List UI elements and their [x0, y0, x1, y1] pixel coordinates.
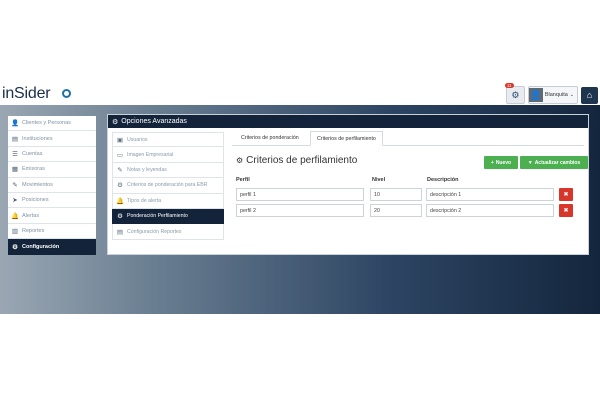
sidebar-item-label: Instituciones: [22, 135, 53, 142]
image-icon: ▭: [116, 151, 124, 159]
descripcion-input[interactable]: descripción 1: [426, 188, 554, 201]
filter-icon: ▼: [527, 159, 533, 166]
avatar: 👤: [528, 88, 543, 102]
main-stage: 👤 Clientes y Personas ▤ Instituciones ☰ …: [0, 105, 600, 314]
subnav-item-label: Ponderación Perfilamiento: [127, 213, 188, 220]
person-icon: 👤: [10, 120, 20, 128]
subnav-item-ponderacion-perfilamiento[interactable]: ⚙ Ponderación Perfilamiento: [112, 208, 224, 225]
close-icon: ✖: [563, 192, 569, 198]
sidebar-item-label: Alertas: [22, 212, 40, 219]
subnav-item-configuracion-reportes[interactable]: ▤ Configuración Reportes: [112, 224, 224, 240]
user-name: Blanquita: [544, 92, 568, 98]
content-area: Criterios de ponderación Criterios de pe…: [232, 131, 588, 251]
new-button-label: Nuevo: [495, 159, 512, 166]
descripcion-input[interactable]: descripción 2: [426, 204, 554, 217]
sidebar-item-label: Configuración: [22, 243, 60, 250]
subnav-item-label: Criterios de ponderación para EBR: [127, 182, 208, 189]
app-logo[interactable]: inSider: [2, 85, 51, 103]
gears-icon: ⚙: [12, 243, 18, 251]
user-file-icon: ▣: [116, 136, 124, 144]
subnav-item-imagen[interactable]: ▭ Imagen Empresarial: [112, 147, 224, 163]
column-header-nivel: Nivel: [372, 177, 386, 183]
sidebar-item-clientes[interactable]: 👤 Clientes y Personas: [8, 116, 96, 132]
section-title-text: Criterios de perfilamiento: [246, 155, 358, 166]
logo-text: inSider: [2, 85, 51, 102]
sidebar-item-label: Movimientos: [22, 181, 53, 188]
home-button[interactable]: ⌂: [581, 86, 598, 104]
delete-row-button[interactable]: ✖: [559, 188, 573, 201]
subnav-item-tipos-alerta[interactable]: 🔔 Tipos de alerta: [112, 193, 224, 209]
sidebar: 👤 Clientes y Personas ▤ Instituciones ☰ …: [8, 116, 96, 255]
column-header-perfil: Perfil: [236, 177, 250, 183]
edit-icon: ✎: [117, 166, 123, 174]
bell-icon: 🔔: [10, 212, 20, 220]
sidebar-item-label: Emisoras: [22, 166, 45, 173]
plus-icon: +: [490, 159, 494, 166]
subnav-item-usuarios[interactable]: ▣ Usuarios: [112, 132, 224, 148]
subnav-item-criterios-ebr[interactable]: ⚙ Criterios de ponderación para EBR: [112, 178, 224, 194]
document-icon: ▦: [11, 166, 19, 174]
home-icon: ⌂: [586, 90, 593, 100]
sidebar-item-label: Reportes: [22, 227, 45, 234]
sidebar-item-instituciones[interactable]: ▤ Instituciones: [8, 131, 96, 147]
sidebar-item-label: Posiciones: [22, 197, 49, 204]
perfil-input[interactable]: perfil 1: [236, 188, 364, 201]
notification-badge: 11: [504, 83, 514, 88]
column-header-descripcion: Descripción: [427, 177, 459, 183]
new-button[interactable]: + Nuevo: [484, 156, 518, 169]
bell-icon: 🔔: [115, 197, 125, 205]
navigation-icon: ➤: [12, 197, 18, 205]
sidebar-item-alertas[interactable]: 🔔 Alertas: [8, 208, 96, 224]
update-button-label: Actualizar cambios: [534, 159, 581, 166]
gears-icon: ⚙: [117, 213, 123, 221]
sidebar-item-configuracion[interactable]: ⚙ Configuración: [8, 239, 96, 255]
sidebar-item-emisoras[interactable]: ▦ Emisoras: [8, 162, 96, 178]
gears-icon: ⚙: [511, 89, 520, 100]
subnav-item-label: Notas y leyendas: [127, 166, 167, 173]
advanced-options-panel: ⚙ Opciones Avanzadas ▣ Usuarios ▭ Imagen…: [107, 114, 589, 255]
section-title: ⚙ Criterios de perfilamiento: [236, 155, 357, 166]
bar-chart-icon: ▥: [11, 227, 19, 235]
options-subnav: ▣ Usuarios ▭ Imagen Empresarial ✎ Notas …: [112, 132, 224, 240]
list-icon: ☰: [12, 150, 18, 158]
close-icon: ✖: [563, 208, 569, 214]
nivel-input[interactable]: 20: [370, 204, 422, 217]
gears-icon: ⚙: [236, 156, 244, 165]
sidebar-item-cuentas[interactable]: ☰ Cuentas: [8, 146, 96, 163]
panel-header: ⚙ Opciones Avanzadas: [108, 115, 588, 128]
notifications-button[interactable]: ⚙ 11: [504, 83, 525, 104]
user-menu[interactable]: 👤 Blanquita ⌄: [527, 86, 578, 104]
sidebar-item-movimientos[interactable]: ✎ Movimientos: [8, 177, 96, 193]
sidebar-item-posiciones[interactable]: ➤ Posiciones: [8, 192, 96, 209]
chevron-down-icon: ⌄: [569, 92, 574, 98]
subnav-item-label: Usuarios: [127, 136, 148, 143]
edit-icon: ✎: [12, 181, 18, 189]
top-bar: inSider ⚙ 11 👤 Blanquita ⌄ ⌂: [0, 83, 600, 105]
update-changes-button[interactable]: ▼ Actualizar cambios: [520, 156, 588, 169]
sidebar-item-label: Cuentas: [22, 150, 43, 157]
building-icon: ▤: [11, 135, 19, 143]
subnav-item-label: Configuración Reportes: [127, 228, 182, 235]
sidebar-item-reportes[interactable]: ▥ Reportes: [8, 223, 96, 240]
sidebar-item-label: Clientes y Personas: [22, 120, 71, 127]
tab-bar: Criterios de ponderación Criterios de pe…: [232, 131, 584, 146]
subnav-item-label: Imagen Empresarial: [127, 151, 174, 158]
tab-criterios-ponderacion[interactable]: Criterios de ponderación: [235, 131, 305, 145]
gears-icon: ⚙: [117, 182, 123, 190]
delete-row-button[interactable]: ✖: [559, 204, 573, 217]
tab-criterios-perfilamiento[interactable]: Criterios de perfilamiento: [310, 131, 383, 146]
perfil-input[interactable]: perfil 2: [236, 204, 364, 217]
logo-mark-icon: [62, 89, 71, 98]
subnav-item-label: Tipos de alerta: [127, 197, 162, 204]
subnav-item-notas[interactable]: ✎ Notas y leyendas: [112, 162, 224, 179]
gears-icon: ⚙: [112, 118, 119, 126]
nivel-input[interactable]: 10: [370, 188, 422, 201]
panel-title: Opciones Avanzadas: [121, 118, 187, 125]
document-icon: ▤: [116, 228, 124, 236]
top-right-controls: ⚙ 11 👤 Blanquita ⌄ ⌂: [504, 83, 598, 104]
